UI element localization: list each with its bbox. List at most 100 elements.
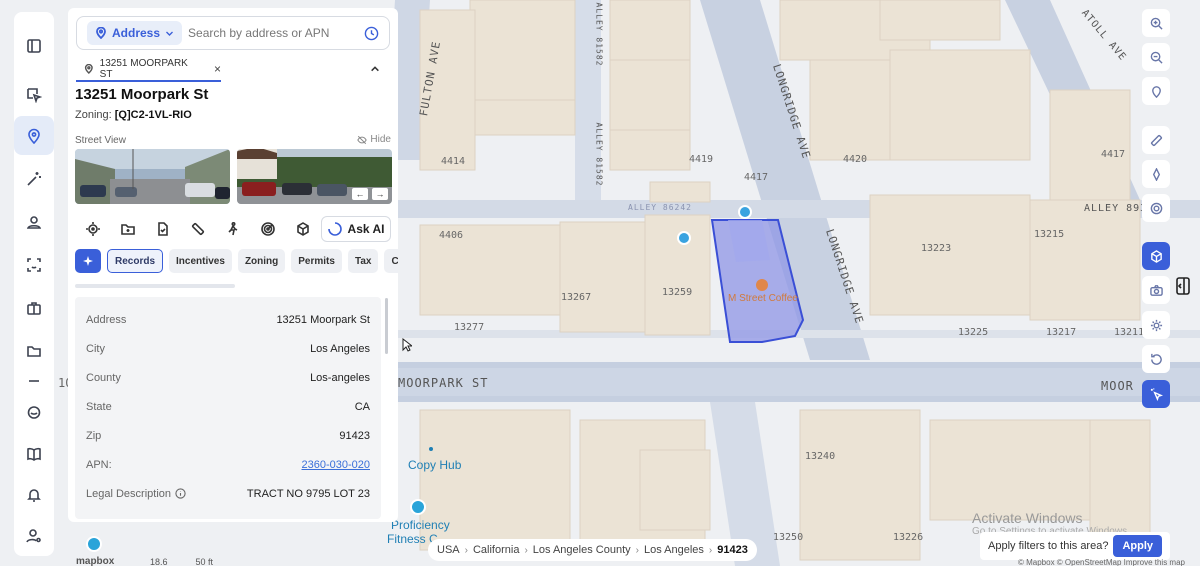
zoom-in-icon xyxy=(1150,17,1163,30)
notifications-button[interactable] xyxy=(14,476,54,515)
folder-icon xyxy=(120,224,135,235)
toggle-panel-button[interactable] xyxy=(14,26,54,65)
search-type-dropdown[interactable]: Address xyxy=(87,21,183,45)
chevron-right-icon: › xyxy=(708,544,713,556)
target-button[interactable] xyxy=(1142,194,1170,222)
property-title: 13251 Moorpark St xyxy=(75,86,209,103)
compass-button[interactable] xyxy=(1142,160,1170,188)
record-row: APN: 2360-030-020 xyxy=(75,450,381,479)
3d-view-button[interactable] xyxy=(285,217,320,241)
more-button[interactable] xyxy=(14,372,54,390)
parcel-number: 13250 xyxy=(773,532,804,543)
record-label: County xyxy=(86,371,121,384)
mapbox-logo[interactable]: mapbox xyxy=(76,556,114,566)
save-folder-button[interactable] xyxy=(110,217,145,241)
history-icon[interactable] xyxy=(364,26,379,41)
search-bar: Address xyxy=(76,16,390,50)
reset-view-button[interactable] xyxy=(1142,345,1170,373)
folder-icon xyxy=(27,345,41,357)
record-label-with-info: Legal Description xyxy=(86,488,186,500)
lighting-button[interactable] xyxy=(1142,311,1170,339)
zoom-out-button[interactable] xyxy=(1142,43,1170,71)
scan-button[interactable] xyxy=(14,245,54,284)
street-view-photo[interactable] xyxy=(75,149,230,204)
chip-permits[interactable]: Permits xyxy=(291,249,342,273)
breadcrumb-item[interactable]: California xyxy=(473,544,519,556)
apn-link[interactable]: 2360-030-020 xyxy=(301,459,370,471)
guide-button[interactable] xyxy=(14,435,54,474)
scale-bar-label: 50 ft xyxy=(195,557,214,566)
chevron-right-icon: › xyxy=(464,544,468,556)
parcel-number: 4406 xyxy=(439,230,464,241)
info-icon[interactable] xyxy=(175,488,186,499)
chat-button[interactable] xyxy=(14,394,54,433)
measure-button[interactable] xyxy=(180,217,215,241)
street-view-photo[interactable]: ← → xyxy=(237,149,392,204)
select-tool-button[interactable] xyxy=(14,75,54,114)
chip-records[interactable]: Records xyxy=(107,249,164,273)
chip-comps[interactable]: Com xyxy=(384,249,398,273)
poi-label[interactable]: M Street Coffee xyxy=(728,293,798,304)
radius-button[interactable] xyxy=(250,217,285,241)
files-button[interactable] xyxy=(14,331,54,370)
chip-tax[interactable]: Tax xyxy=(347,249,379,273)
record-value: 91423 xyxy=(339,429,370,442)
record-row: County Los-angeles xyxy=(75,363,381,392)
location-button[interactable] xyxy=(14,116,54,156)
hide-label: Hide xyxy=(370,134,391,145)
ask-ai-label: Ask AI xyxy=(347,222,385,236)
3d-toggle-button[interactable] xyxy=(1142,242,1170,270)
ai-select-button[interactable] xyxy=(1142,380,1170,408)
property-tab[interactable]: 13251 MOORPARK ST × xyxy=(76,58,221,82)
street-label: ALLEY 893 xyxy=(1084,203,1148,214)
ask-ai-button[interactable]: Ask AI xyxy=(321,216,391,242)
parcel-number: 13226 xyxy=(893,532,924,543)
record-value: 13251 Moorpark St xyxy=(276,313,370,326)
parcel-number: 13240 xyxy=(805,451,836,462)
breadcrumb-item[interactable]: Los Angeles xyxy=(644,544,704,556)
search-input[interactable] xyxy=(188,26,359,40)
section-chips: Records Incentives Zoning Permits Tax Co… xyxy=(75,249,398,273)
street-label: ALLEY 86242 xyxy=(628,203,692,212)
zoom-out-icon xyxy=(1150,51,1163,64)
expand-panel-icon[interactable] xyxy=(1176,277,1190,295)
next-photo-button[interactable]: → xyxy=(372,188,388,200)
portfolio-button[interactable] xyxy=(14,288,54,327)
agent-button[interactable] xyxy=(14,202,54,241)
map-pin-icon xyxy=(28,128,40,144)
locate-tool-button[interactable] xyxy=(75,217,110,241)
pointer-sparkle-icon xyxy=(1150,387,1163,401)
zoning-label: Zoning: xyxy=(75,109,112,121)
chevron-up-icon[interactable] xyxy=(370,64,380,74)
screenshot-button[interactable] xyxy=(1142,276,1170,304)
breadcrumb-item[interactable]: Los Angeles County xyxy=(533,544,631,556)
breadcrumb-item[interactable]: USA xyxy=(437,544,460,556)
close-tab-icon[interactable]: × xyxy=(214,62,221,76)
measure-map-button[interactable] xyxy=(1142,126,1170,154)
record-label: Zip xyxy=(86,429,102,442)
street-label: ALLEY 81582 xyxy=(594,122,604,187)
magic-tool-button[interactable] xyxy=(14,159,54,198)
property-tools xyxy=(75,217,320,241)
ai-sparkle-button[interactable] xyxy=(75,249,101,273)
poi-label[interactable]: Proficiency xyxy=(391,518,450,532)
user-settings-icon xyxy=(26,529,41,543)
previous-photo-button[interactable]: ← xyxy=(352,188,368,200)
map-attribution[interactable]: © Mapbox © OpenStreetMap Improve this ma… xyxy=(1018,558,1185,566)
chip-incentives[interactable]: Incentives xyxy=(169,249,232,273)
map-scale: 18.6 50 ft xyxy=(150,557,213,566)
walkability-button[interactable] xyxy=(215,217,250,241)
walking-icon xyxy=(227,222,237,236)
chip-zoning[interactable]: Zoning xyxy=(237,249,286,273)
record-row: State CA xyxy=(75,392,381,421)
apply-button[interactable]: Apply xyxy=(1113,535,1162,557)
my-location-button[interactable] xyxy=(1142,77,1170,105)
zoom-in-button[interactable] xyxy=(1142,9,1170,37)
account-button[interactable] xyxy=(14,517,54,556)
user-pin-icon xyxy=(26,215,42,229)
poi-label[interactable]: Copy Hub xyxy=(408,458,461,472)
chips-scrollbar[interactable] xyxy=(75,284,235,288)
panel-scrollbar[interactable] xyxy=(385,298,388,354)
hide-street-view-button[interactable]: Hide xyxy=(357,134,391,145)
report-button[interactable] xyxy=(145,217,180,241)
